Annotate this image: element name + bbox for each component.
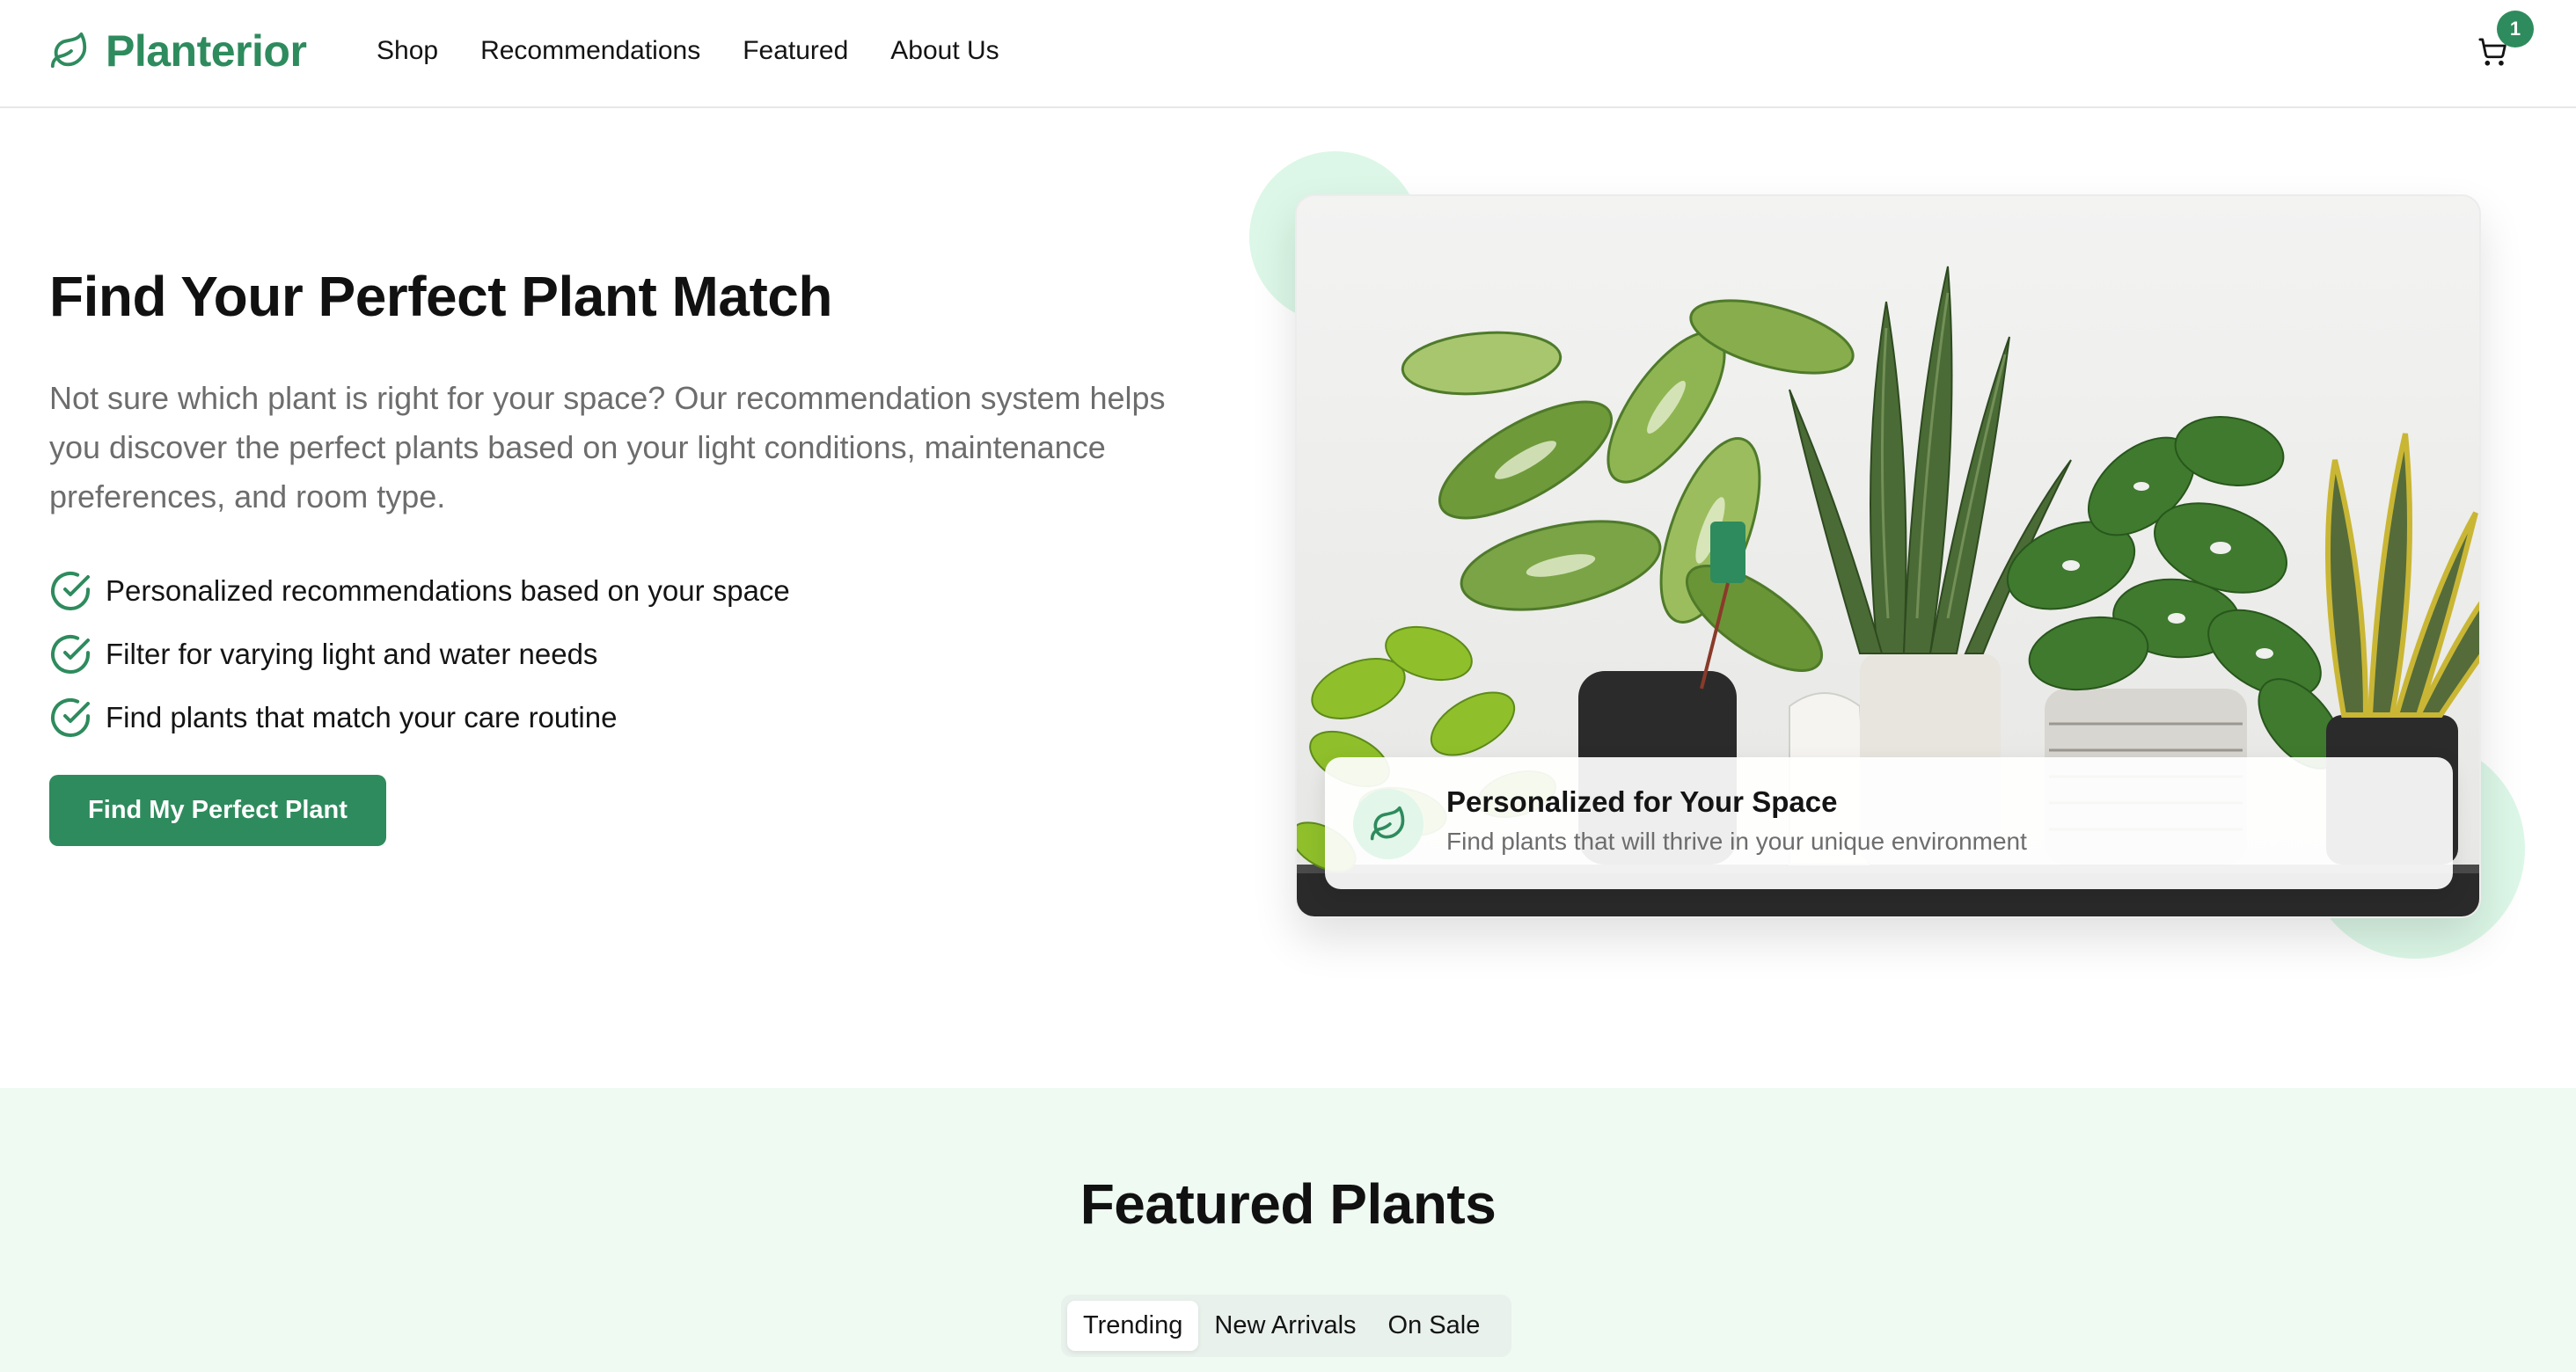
brand-logo[interactable]: Planterior — [49, 23, 307, 79]
overlay-title: Personalized for Your Space — [1446, 785, 1838, 818]
featured-tabs: Trending New Arrivals On Sale — [1061, 1295, 1511, 1357]
nav-link-shop[interactable]: Shop — [377, 36, 438, 66]
find-my-perfect-plant-button[interactable]: Find My Perfect Plant — [49, 775, 386, 846]
cart-button[interactable]: 1 — [2472, 11, 2534, 74]
cart-count-badge: 1 — [2497, 11, 2534, 47]
featured-plants-section: Featured Plants Trending New Arrivals On… — [0, 1088, 2576, 1372]
check-circle-icon — [51, 572, 90, 610]
site-header: Planterior Shop Recommendations Featured… — [0, 0, 2576, 108]
leaf-icon — [1370, 806, 1405, 841]
featured-title: Featured Plants — [1079, 1172, 1497, 1236]
feature-item: Personalized recommendations based on yo… — [49, 559, 790, 623]
feature-text: Find plants that match your care routine — [106, 701, 618, 733]
feature-text: Filter for varying light and water needs — [106, 638, 598, 670]
feature-item: Find plants that match your care routine — [49, 686, 790, 749]
hero-description: Not sure which plant is right for your s… — [49, 380, 1166, 514]
feature-item: Filter for varying light and water needs — [49, 623, 790, 686]
hero-title: Find Your Perfect Plant Match — [49, 265, 832, 328]
feature-text: Personalized recommendations based on yo… — [106, 574, 790, 607]
nav-link-featured[interactable]: Featured — [743, 36, 848, 66]
overlay-subtitle: Find plants that will thrive in your uni… — [1446, 828, 2027, 855]
brand-name: Planterior — [106, 26, 307, 76]
tab-trending[interactable]: Trending — [1067, 1301, 1199, 1351]
tab-on-sale[interactable]: On Sale — [1372, 1301, 1497, 1351]
nav-link-recommendations[interactable]: Recommendations — [480, 36, 700, 66]
personalized-overlay-card: Personalized for Your Space Find plants … — [1325, 757, 2453, 889]
hero-image-card: Personalized for Your Space Find plants … — [1295, 194, 2481, 918]
feature-list: Personalized recommendations based on yo… — [49, 559, 790, 749]
check-circle-icon — [51, 635, 90, 674]
overlay-icon-badge — [1353, 789, 1423, 859]
nav-link-about-us[interactable]: About Us — [890, 36, 999, 66]
leaf-icon — [50, 32, 87, 69]
tab-new-arrivals[interactable]: New Arrivals — [1198, 1301, 1372, 1351]
main-nav: Shop Recommendations Featured About Us — [377, 30, 1042, 72]
check-circle-icon — [51, 698, 90, 737]
